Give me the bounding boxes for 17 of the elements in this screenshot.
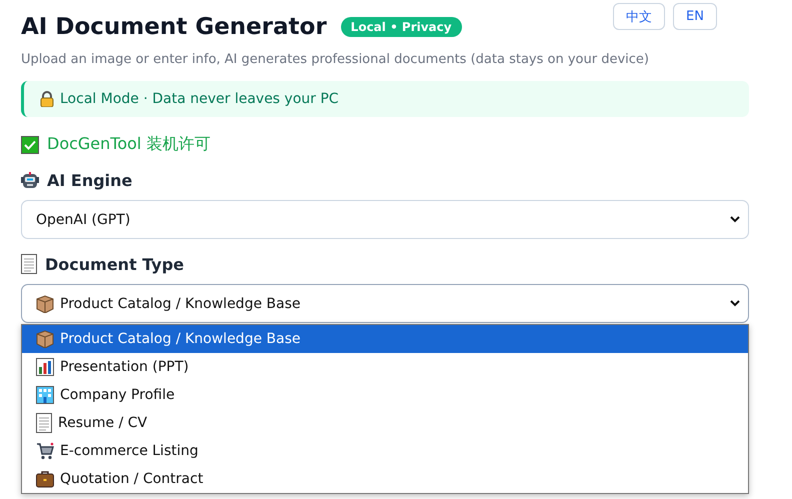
language-button[interactable]: EN: [673, 3, 717, 30]
app-title: AI Document Generator: [21, 14, 327, 40]
dropdown-option[interactable]: Product Catalog / Knowledge Base: [22, 325, 748, 353]
license-text: DocGenTool 装机许可: [47, 134, 210, 155]
dropdown-option[interactable]: Presentation (PPT): [22, 353, 748, 381]
dropdown-option[interactable]: Quotation / Contract: [22, 465, 748, 493]
dropdown-select[interactable]: Product Catalog / Knowledge Base: [21, 284, 749, 323]
dropdown-option[interactable]: Resume / CV: [22, 409, 748, 437]
dropdown-option[interactable]: Company Profile: [22, 381, 748, 409]
dropdown-option[interactable]: E-commerce Listing: [22, 437, 748, 465]
field-label: AI Engine: [47, 170, 132, 190]
privacy-badge: Local • Privacy: [340, 17, 462, 37]
banner-text: Local Mode · Data never leaves your PC: [60, 91, 339, 107]
field-label: Document Type: [45, 254, 184, 274]
subtitle: Upload an image or enter info, AI generates professional documents (data stays on your device): [21, 52, 650, 67]
dropdown-select[interactable]: OpenAI (GPT): [21, 200, 749, 239]
language-button[interactable]: 中文: [613, 3, 666, 30]
